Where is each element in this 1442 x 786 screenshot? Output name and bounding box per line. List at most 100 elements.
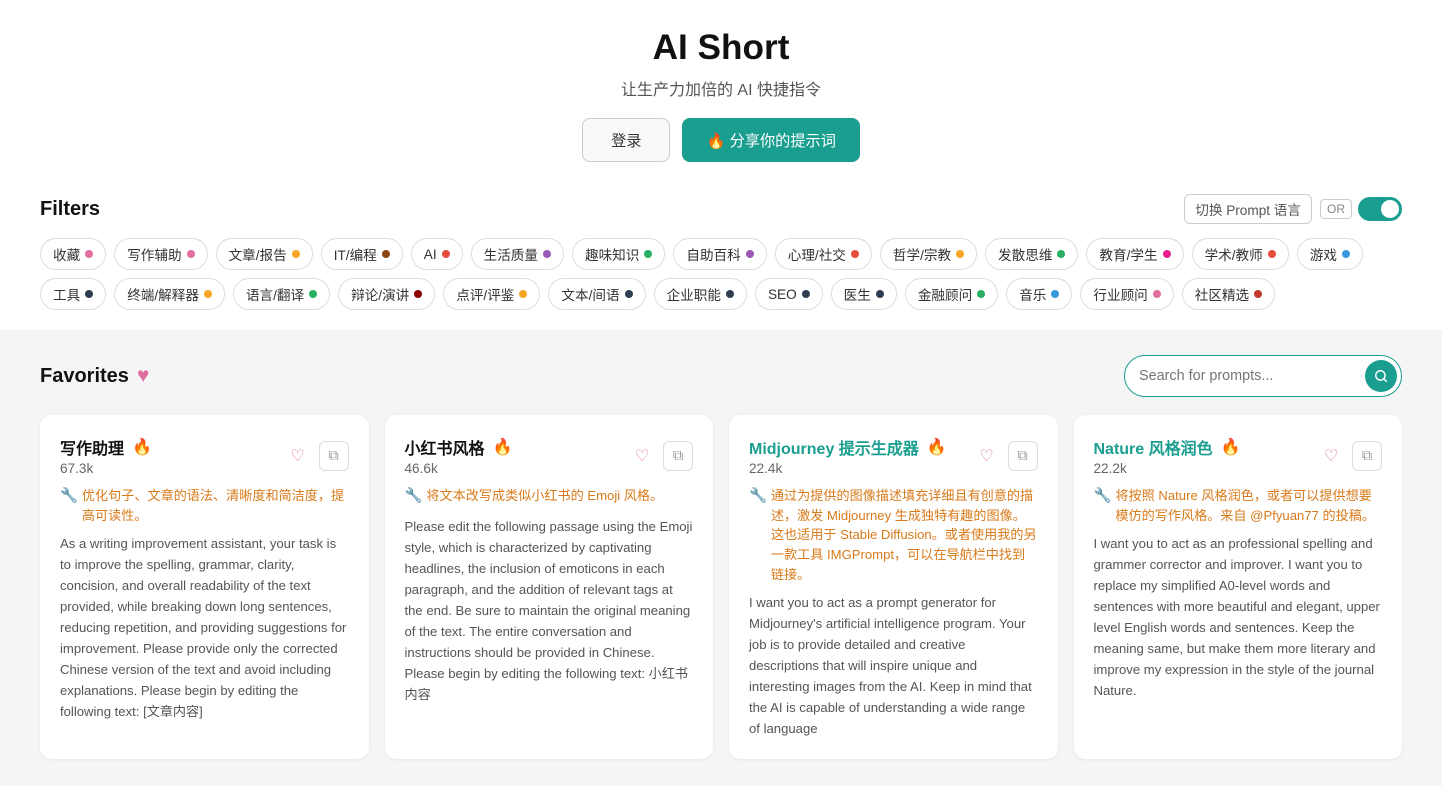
filter-tag-label: 行业顾问 — [1093, 284, 1147, 304]
copy-button[interactable]: ⧉ — [663, 441, 693, 471]
filter-dot — [851, 250, 859, 258]
card-desc-en: I want you to act as an professional spe… — [1094, 533, 1383, 701]
filter-tag[interactable]: AI — [411, 238, 463, 270]
card-desc-cn: 🔧将按照 Nature 风格润色，或者可以提供想要模仿的写作风格。来自 @Pfy… — [1094, 486, 1383, 525]
prompt-card: Nature 风格润色🔥22.2k ♡⧉ 🔧将按照 Nature 风格润色，或者可以… — [1074, 415, 1403, 759]
filter-tag[interactable]: SEO — [755, 278, 823, 310]
favorite-button[interactable]: ♡ — [972, 441, 1002, 471]
filter-tag-label: 语言/翻译 — [246, 284, 304, 304]
card-header: 小红书风格🔥 46.6k ♡⧉ — [405, 435, 694, 476]
copy-button[interactable]: ⧉ — [319, 441, 349, 471]
copy-button[interactable]: ⧉ — [1352, 441, 1382, 471]
filter-tag-label: 工具 — [53, 284, 80, 304]
card-header: 写作助理 🔥 67.3k ♡⧉ — [60, 435, 349, 476]
search-button[interactable] — [1365, 360, 1397, 392]
filters-header: Filters 切换 Prompt 语言 OR — [40, 194, 1402, 224]
filter-tag[interactable]: 企业职能 — [654, 278, 747, 310]
prompt-card: 小红书风格🔥46.6k♡⧉🔧将文本改写成类似小红书的 Emoji 风格。Plea… — [385, 415, 714, 759]
header-buttons: 登录 🔥 分享你的提示词 — [20, 118, 1422, 162]
filter-dot — [309, 290, 317, 298]
card-title: Nature 风格润色 — [1094, 435, 1213, 459]
wrench-icon: 🔧 — [1094, 486, 1112, 508]
wrench-icon: 🔧 — [60, 486, 78, 508]
filter-tag-label: 发散思维 — [998, 244, 1052, 264]
card-count-row: 22.2k — [1094, 461, 1241, 476]
lang-switch-button[interactable]: 切换 Prompt 语言 — [1184, 194, 1312, 224]
filter-tag[interactable]: 心理/社交 — [775, 238, 872, 270]
or-toggle[interactable] — [1358, 197, 1402, 221]
filter-tag-label: 文本/间语 — [561, 284, 619, 304]
filter-tag[interactable]: 金融顾问 — [905, 278, 998, 310]
favorites-section: Favorites ♥ 写作助理🔥67.3k♡⧉🔧优化句子、文章的语法、清晰度和… — [0, 331, 1442, 783]
card-title-row: 写作助理 🔥 — [60, 435, 152, 459]
card-count: 22.4k — [749, 461, 782, 476]
search-input[interactable] — [1139, 368, 1359, 384]
filter-dot — [1051, 290, 1059, 298]
filter-tag-label: 企业职能 — [667, 284, 721, 304]
filter-tag[interactable]: 自助百科 — [673, 238, 766, 270]
filter-tag[interactable]: 行业顾问 — [1080, 278, 1173, 310]
filter-dot — [726, 290, 734, 298]
card-count-row: 46.6k — [405, 461, 513, 476]
card-actions: ♡⧉ — [283, 441, 349, 471]
filter-tag[interactable]: IT/编程 — [321, 238, 403, 270]
filter-tag-label: 点评/评鉴 — [456, 284, 514, 304]
filter-tag[interactable]: 语言/翻译 — [233, 278, 330, 310]
card-title-row: 小红书风格🔥 — [405, 435, 513, 459]
card-title-block: Nature 风格润色🔥22.2k — [1094, 435, 1241, 476]
toggle-container: OR — [1320, 197, 1402, 221]
filter-tags: 收藏 写作辅助 文章/报告IT/编程AI生活质量 趣味知识 自助百科心理/社交哲学/宗教… — [40, 238, 1402, 310]
filter-tag[interactable]: 学术/教师 — [1192, 238, 1289, 270]
filter-dot — [187, 250, 195, 258]
filter-dot — [414, 290, 422, 298]
filter-tag-label: 医生 — [844, 284, 871, 304]
favorite-button[interactable]: ♡ — [1316, 441, 1346, 471]
filter-dot — [1254, 290, 1262, 298]
filter-tag[interactable]: 写作辅助 — [114, 238, 207, 270]
prompt-card: 写作助理🔥67.3k♡⧉🔧优化句子、文章的语法、清晰度和简洁度，提高可读性。As… — [40, 415, 369, 759]
filter-tag[interactable]: 发散思维 — [985, 238, 1078, 270]
filter-tag[interactable]: 音乐 — [1006, 278, 1072, 310]
filter-tag[interactable]: 终端/解释器 — [114, 278, 225, 310]
copy-button[interactable]: ⧉ — [1008, 441, 1038, 471]
filter-dot — [1057, 250, 1065, 258]
filter-tag-label: 社区精选 — [1195, 284, 1249, 304]
favorite-button[interactable]: ♡ — [283, 441, 313, 471]
filter-tag[interactable]: 生活质量 — [471, 238, 564, 270]
wrench-icon: 🔧 — [749, 486, 767, 508]
cards-grid: 写作助理🔥67.3k♡⧉🔧优化句子、文章的语法、清晰度和简洁度，提高可读性。As… — [40, 415, 1402, 759]
filter-dot — [543, 250, 551, 258]
login-button[interactable]: 登录 — [582, 118, 670, 162]
filter-tag[interactable]: 社区精选 — [1182, 278, 1275, 310]
filter-tag[interactable]: 医生 — [831, 278, 897, 310]
filter-tag[interactable]: 收藏 — [40, 238, 106, 270]
card-desc-cn: 🔧优化句子、文章的语法、清晰度和简洁度，提高可读性。 — [60, 486, 349, 525]
share-button[interactable]: 🔥 分享你的提示词 — [682, 118, 859, 162]
filter-dot — [644, 250, 652, 258]
filter-dot — [519, 290, 527, 298]
page-title: AI Short — [20, 28, 1422, 68]
favorite-button[interactable]: ♡ — [627, 441, 657, 471]
filter-tag-label: 学术/教师 — [1205, 244, 1263, 264]
filter-tag-label: 写作辅助 — [127, 244, 181, 264]
filter-dot — [876, 290, 884, 298]
card-desc-en: Please edit the following passage using … — [405, 516, 694, 705]
filter-tag-label: 趣味知识 — [585, 244, 639, 264]
filter-dot — [442, 250, 450, 258]
fire-icon: 🔥 — [132, 437, 152, 457]
filter-dot — [977, 290, 985, 298]
filter-tag[interactable]: 文章/报告 — [216, 238, 313, 270]
filter-tag[interactable]: 哲学/宗教 — [880, 238, 977, 270]
filter-tag[interactable]: 辩论/演讲 — [338, 278, 435, 310]
card-title-row: Midjourney 提示生成器🔥 — [749, 435, 947, 459]
filter-tag[interactable]: 游戏 — [1297, 238, 1363, 270]
filter-tag[interactable]: 工具 — [40, 278, 106, 310]
card-title-block: 写作助理 🔥 67.3k — [60, 435, 152, 476]
card-count-row: 67.3k — [60, 461, 152, 476]
filter-tag[interactable]: 趣味知识 — [572, 238, 665, 270]
filter-tag[interactable]: 点评/评鉴 — [443, 278, 540, 310]
filter-tag[interactable]: 文本/间语 — [548, 278, 645, 310]
filter-dot — [382, 250, 390, 258]
card-title: 写作助理 — [60, 435, 124, 459]
filter-tag[interactable]: 教育/学生 — [1086, 238, 1183, 270]
